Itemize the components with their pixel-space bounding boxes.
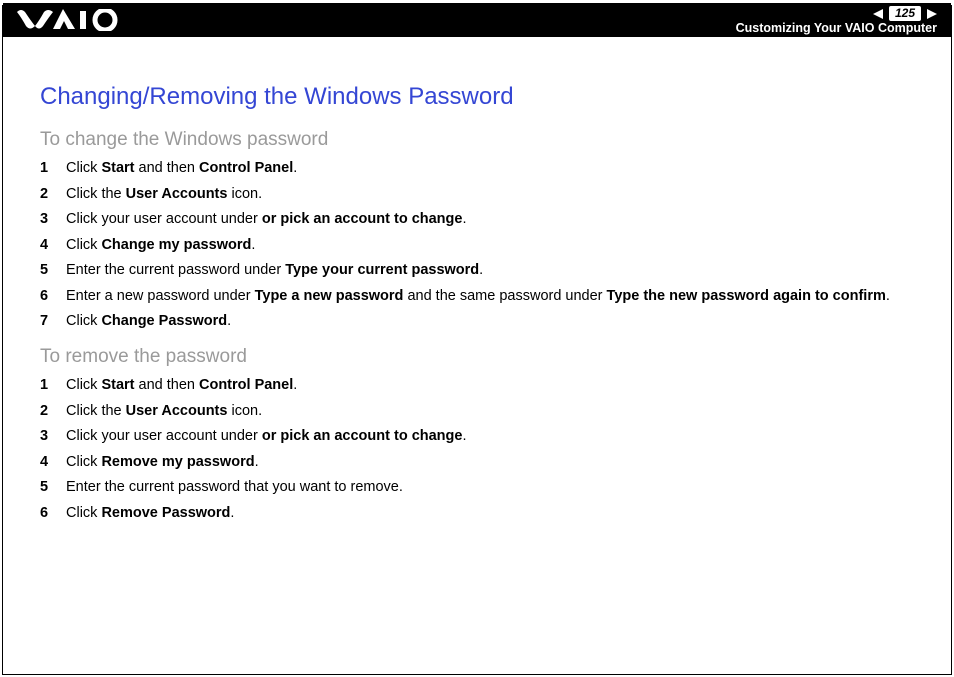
step-text: Enter the current password that you want… (66, 478, 914, 498)
step-item: Click Start and then Control Panel. (40, 159, 914, 179)
step-item: Click Start and then Control Panel. (40, 376, 914, 396)
step-item: Enter the current password under Type yo… (40, 261, 914, 281)
page-title: Changing/Removing the Windows Password (40, 83, 914, 111)
section-name: Customizing Your VAIO Computer (736, 22, 937, 36)
step-item: Enter a new password under Type a new pa… (40, 287, 914, 307)
step-text: Click your user account under or pick an… (66, 210, 914, 230)
step-item: Click the User Accounts icon. (40, 402, 914, 422)
step-text: Click Remove Password. (66, 504, 914, 524)
step-item: Enter the current password that you want… (40, 478, 914, 498)
step-text: Click the User Accounts icon. (66, 402, 914, 422)
step-text: Click Remove my password. (66, 453, 914, 473)
step-text: Click Start and then Control Panel. (66, 159, 914, 179)
step-text: Enter a new password under Type a new pa… (66, 287, 914, 307)
next-page-icon[interactable] (927, 9, 937, 19)
step-item: Click your user account under or pick an… (40, 427, 914, 447)
steps-remove: Click Start and then Control Panel. Click… (40, 376, 914, 523)
step-text: Click Start and then Control Panel. (66, 376, 914, 396)
steps-change: Click Start and then Control Panel. Click… (40, 159, 914, 332)
page-number: 125 (889, 6, 921, 21)
step-item: Click Change my password. (40, 236, 914, 256)
header-right: 125 Customizing Your VAIO Computer (736, 4, 937, 36)
header-bar: 125 Customizing Your VAIO Computer (3, 3, 951, 37)
step-item: Click your user account under or pick an… (40, 210, 914, 230)
step-text: Click the User Accounts icon. (66, 185, 914, 205)
vaio-logo (17, 9, 127, 31)
prev-page-icon[interactable] (873, 9, 883, 19)
step-item: Click Remove my password. (40, 453, 914, 473)
subtitle-change: To change the Windows password (40, 129, 914, 151)
step-text: Click your user account under or pick an… (66, 427, 914, 447)
step-item: Click the User Accounts icon. (40, 185, 914, 205)
step-item: Click Change Password. (40, 312, 914, 332)
step-item: Click Remove Password. (40, 504, 914, 524)
step-text: Click Change my password. (66, 236, 914, 256)
subtitle-remove: To remove the password (40, 346, 914, 368)
content-area: Changing/Removing the Windows Password T… (0, 37, 954, 523)
step-text: Click Change Password. (66, 312, 914, 332)
step-text: Enter the current password under Type yo… (66, 261, 914, 281)
page-nav: 125 (736, 6, 937, 21)
